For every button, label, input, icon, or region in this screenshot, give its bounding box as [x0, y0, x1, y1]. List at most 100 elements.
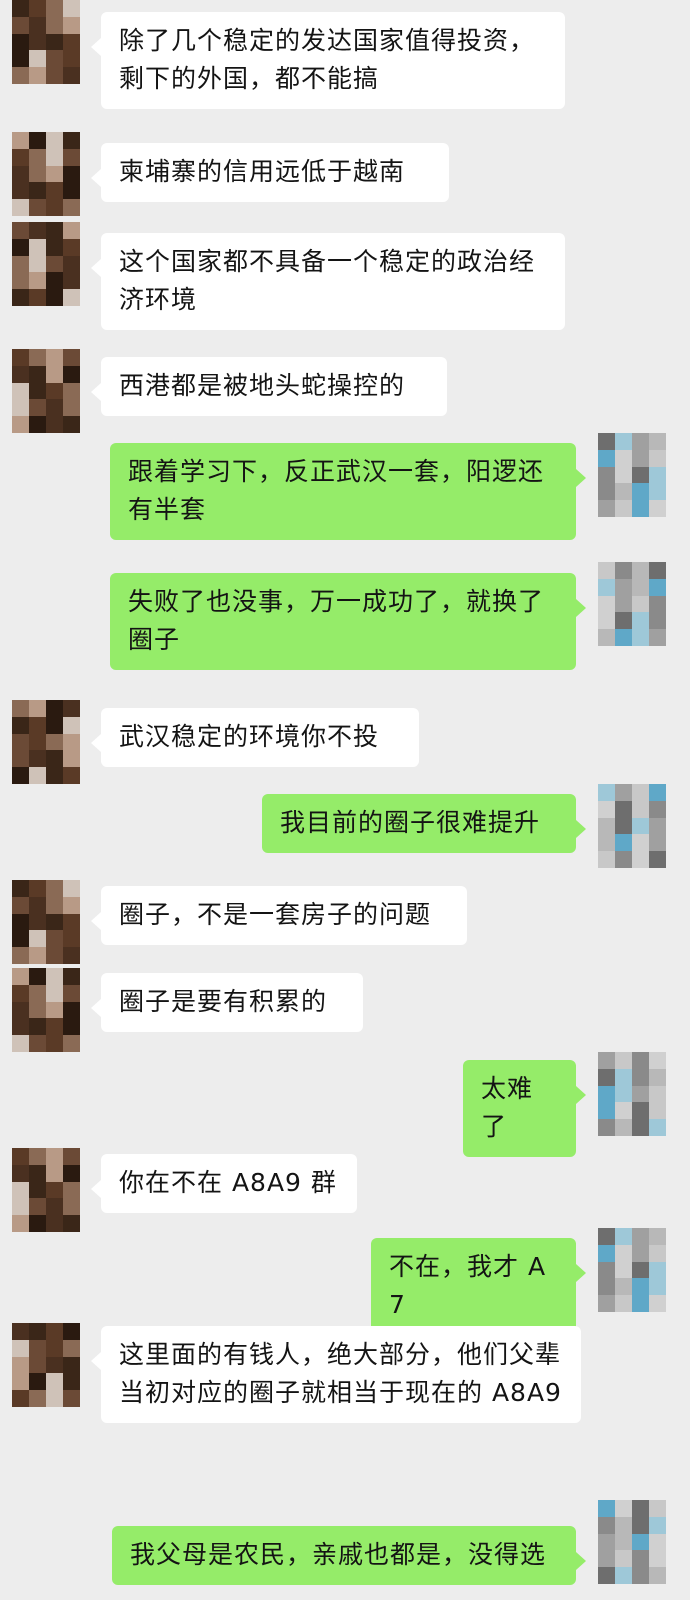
pixelated-avatar-icon[interactable]	[12, 0, 80, 84]
avatar-pixel	[29, 1164, 46, 1182]
avatar-pixel	[63, 416, 80, 433]
avatar-pixel	[29, 349, 46, 366]
avatar-pixel	[63, 1215, 80, 1232]
avatar-pixel	[12, 1181, 29, 1199]
avatar-pixel	[649, 483, 666, 501]
avatar-pixel	[649, 578, 666, 596]
pixelated-avatar-icon[interactable]	[12, 222, 80, 306]
message-bubble[interactable]: 失败了也没事，万一成功了，就换了圈子	[110, 573, 586, 670]
avatar-pixel	[632, 1500, 649, 1517]
avatar-pixel	[615, 1228, 632, 1245]
message-bubble[interactable]: 西港都是被地头蛇操控的	[91, 357, 447, 416]
avatar-pixel	[598, 817, 615, 835]
pixelated-avatar-icon[interactable]	[598, 1500, 666, 1584]
avatar-pixel	[46, 67, 63, 84]
pixelated-avatar-icon[interactable]	[598, 1052, 666, 1136]
message-bubble[interactable]: 除了几个稳定的发达国家值得投资，剩下的外国，都不能搞	[91, 12, 565, 109]
avatar-pixel	[12, 50, 29, 68]
avatar-pixel	[12, 222, 29, 239]
message-bubble[interactable]: 这里面的有钱人，绝大部分，他们父辈当初对应的圈子就相当于现在的 A8A9	[91, 1326, 581, 1423]
avatar-pixel	[46, 165, 63, 183]
avatar-pixel	[649, 612, 666, 630]
avatar-pixel	[46, 716, 63, 734]
avatar-pixel	[12, 199, 29, 216]
avatar-pixel	[632, 1278, 649, 1296]
avatar-pixel	[598, 500, 615, 517]
chat-window[interactable]: 除了几个稳定的发达国家值得投资，剩下的外国，都不能搞 柬埔寨的信用远低于越南 这…	[0, 0, 690, 1600]
avatar-pixel	[615, 1068, 632, 1086]
message-bubble[interactable]: 我目前的圈子很难提升	[262, 794, 586, 853]
avatar-pixel	[29, 984, 46, 1002]
message-bubble[interactable]: 这个国家都不具备一个稳定的政治经济环境	[91, 233, 565, 330]
avatar-pixel	[649, 466, 666, 484]
message-bubble[interactable]: 圈子是要有积累的	[91, 973, 363, 1032]
avatar-pixel	[12, 1390, 29, 1407]
message-bubble[interactable]: 不在，我才 A7	[371, 1238, 586, 1335]
avatar-pixel	[649, 595, 666, 613]
avatar-pixel	[29, 1181, 46, 1199]
avatar-pixel	[29, 880, 46, 897]
message-bubble[interactable]: 我父母是农民，亲戚也都是，没得选	[112, 1526, 586, 1585]
message-bubble[interactable]: 太难了	[463, 1060, 586, 1157]
avatar-pixel	[29, 716, 46, 734]
avatar-pixel	[63, 880, 80, 897]
avatar-pixel	[63, 968, 80, 985]
pixelated-avatar-icon[interactable]	[12, 349, 80, 433]
avatar-pixel	[12, 165, 29, 183]
avatar-pixel	[29, 50, 46, 68]
avatar-pixel	[632, 1052, 649, 1069]
avatar-pixel	[63, 896, 80, 914]
avatar-pixel	[46, 947, 63, 964]
avatar-pixel	[615, 500, 632, 517]
avatar-pixel	[598, 1052, 615, 1069]
avatar-pixel	[615, 817, 632, 835]
avatar-pixel	[12, 1215, 29, 1232]
avatar-pixel	[615, 834, 632, 852]
avatar-pixel	[12, 148, 29, 166]
message-bubble[interactable]: 柬埔寨的信用远低于越南	[91, 143, 449, 202]
avatar-pixel	[598, 595, 615, 613]
message-bubble[interactable]: 你在不在 A8A9 群	[91, 1154, 357, 1213]
avatar-pixel	[598, 1119, 615, 1136]
pixelated-avatar-icon[interactable]	[598, 1228, 666, 1312]
message-bubble[interactable]: 圈子，不是一套房子的问题	[91, 886, 467, 945]
avatar-pixel	[12, 968, 29, 985]
avatar-pixel	[46, 880, 63, 897]
avatar-pixel	[649, 834, 666, 852]
pixelated-avatar-icon[interactable]	[598, 433, 666, 517]
pixelated-avatar-icon[interactable]	[12, 1148, 80, 1232]
pixelated-avatar-icon[interactable]	[12, 700, 80, 784]
avatar-pixel	[598, 1085, 615, 1103]
avatar-pixel	[63, 199, 80, 216]
message-bubble[interactable]: 跟着学习下，反正武汉一套，阳逻还有半套	[110, 443, 586, 540]
pixelated-avatar-icon[interactable]	[12, 132, 80, 216]
avatar-pixel	[12, 1339, 29, 1357]
pixelated-avatar-icon[interactable]	[598, 562, 666, 646]
avatar-pixel	[649, 629, 666, 646]
avatar-pixel	[615, 466, 632, 484]
avatar-pixel	[63, 1323, 80, 1340]
avatar-pixel	[29, 1148, 46, 1165]
avatar-pixel	[63, 1035, 80, 1052]
avatar-pixel	[46, 222, 63, 239]
avatar-pixel	[29, 1198, 46, 1216]
avatar-pixel	[615, 629, 632, 646]
avatar-pixel	[632, 834, 649, 852]
avatar-pixel	[46, 416, 63, 433]
pixelated-avatar-icon[interactable]	[12, 1323, 80, 1407]
avatar-pixel	[632, 1295, 649, 1312]
avatar-pixel	[29, 399, 46, 417]
avatar-pixel	[632, 500, 649, 517]
avatar-pixel	[63, 50, 80, 68]
avatar-pixel	[46, 1323, 63, 1340]
avatar-pixel	[46, 148, 63, 166]
pixelated-avatar-icon[interactable]	[598, 784, 666, 868]
pixelated-avatar-icon[interactable]	[12, 880, 80, 964]
message-bubble[interactable]: 武汉稳定的环境你不投	[91, 708, 419, 767]
avatar-pixel	[29, 750, 46, 768]
avatar-pixel	[29, 1373, 46, 1391]
avatar-pixel	[598, 1244, 615, 1262]
pixelated-avatar-icon[interactable]	[12, 968, 80, 1052]
avatar-pixel	[615, 1261, 632, 1279]
avatar-pixel	[649, 1068, 666, 1086]
